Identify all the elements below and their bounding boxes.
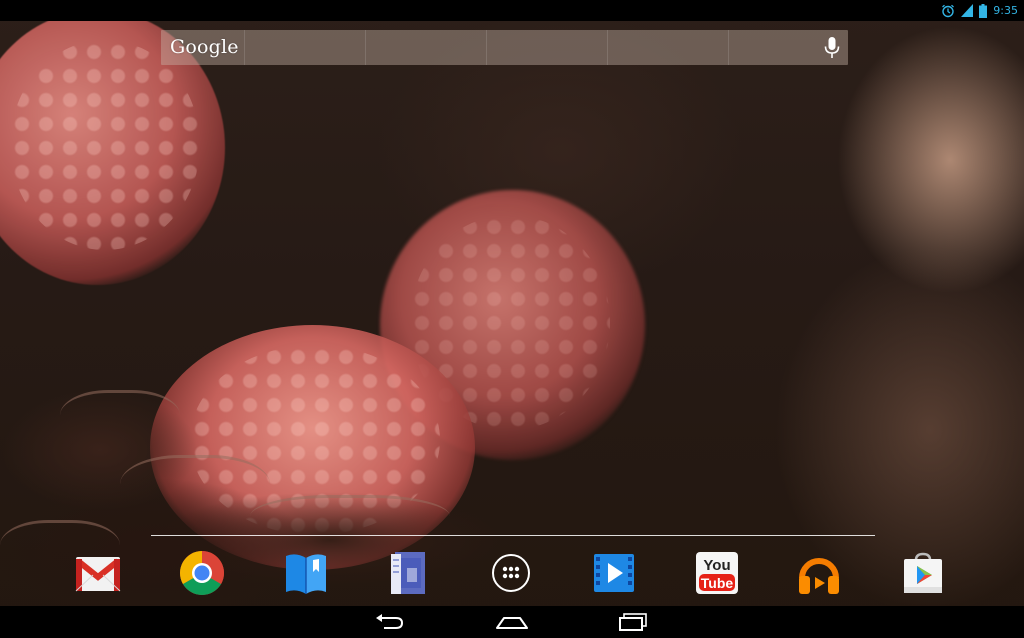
clock: 9:35 xyxy=(993,4,1018,17)
google-logo: Google xyxy=(170,36,239,58)
signal-icon xyxy=(961,4,974,17)
mic-icon[interactable] xyxy=(823,36,841,60)
youtube-text-you: You xyxy=(703,557,730,574)
all-apps-icon[interactable] xyxy=(484,546,538,600)
gmail-icon[interactable] xyxy=(71,546,125,600)
recent-apps-icon[interactable] xyxy=(603,610,663,634)
play-music-icon[interactable] xyxy=(792,546,846,600)
search-bar-segments xyxy=(161,30,848,65)
youtube-icon[interactable]: You Tube xyxy=(690,546,744,600)
back-icon[interactable] xyxy=(359,610,419,634)
play-books-icon[interactable] xyxy=(279,546,333,600)
google-search-bar[interactable]: Google xyxy=(161,30,848,65)
home-icon[interactable] xyxy=(482,610,542,634)
status-bar: 9:35 xyxy=(0,0,1024,21)
youtube-text-tube: Tube xyxy=(701,575,734,591)
navigation-bar xyxy=(0,606,1024,638)
play-store-icon[interactable] xyxy=(896,546,950,600)
wallpaper-chocolate-highlight xyxy=(120,455,270,528)
wallpaper-raspberry-texture xyxy=(10,40,200,250)
dock: You Tube xyxy=(0,541,1024,603)
home-screen: 9:35 Google You Tube xyxy=(0,0,1024,638)
dock-divider xyxy=(151,535,875,536)
wallpaper-chocolate-highlight xyxy=(60,390,180,453)
chrome-icon[interactable] xyxy=(175,546,229,600)
play-magazines-icon[interactable] xyxy=(381,546,435,600)
alarm-icon xyxy=(941,4,955,18)
battery-icon xyxy=(979,3,988,18)
play-movies-icon[interactable] xyxy=(587,546,641,600)
